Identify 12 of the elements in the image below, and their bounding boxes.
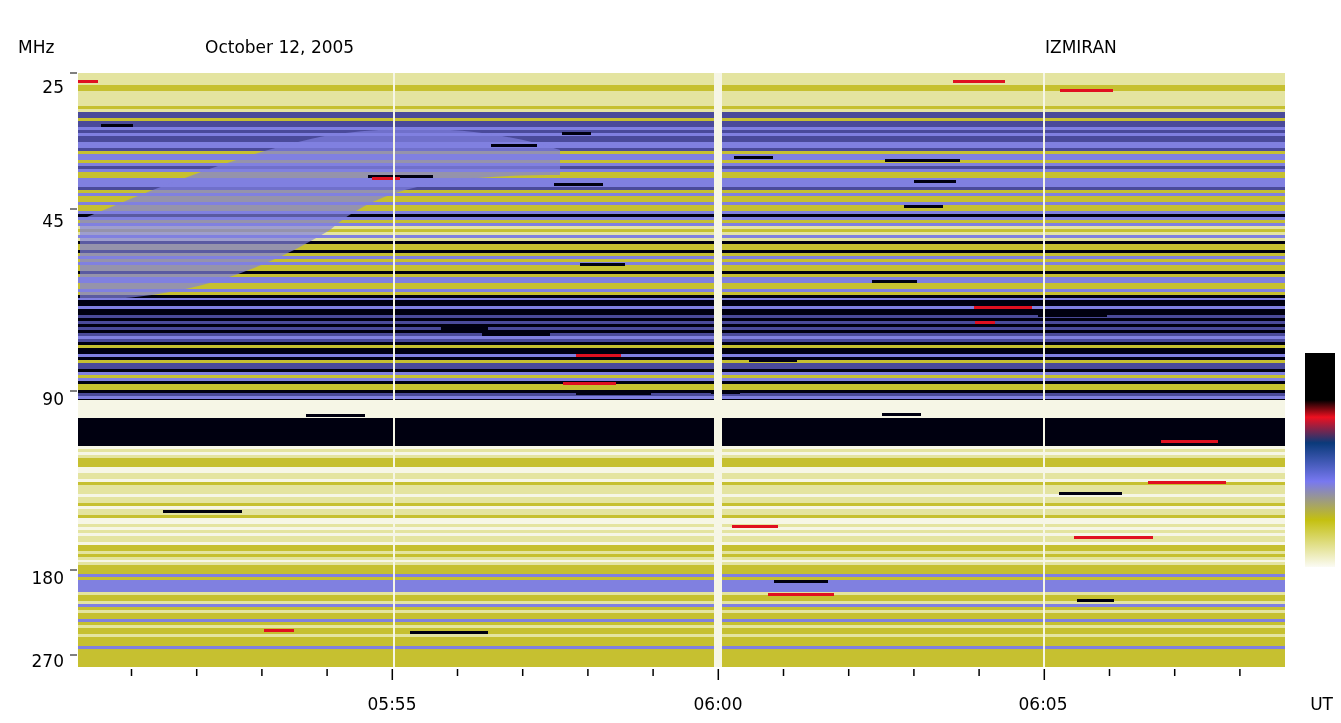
- y-tick-label: 180: [31, 568, 64, 588]
- date-title: October 12, 2005: [205, 37, 355, 57]
- y-tick-label: 270: [31, 651, 64, 671]
- x-tick-label: 06:05: [1018, 694, 1068, 714]
- observatory-title: IZMIRAN: [1045, 37, 1117, 57]
- x-tick-label: 05:55: [367, 694, 417, 714]
- y-tick-label: 45: [42, 211, 64, 231]
- y-tick-label: 90: [42, 389, 64, 409]
- axis-unit-label: MHz: [18, 37, 55, 57]
- axis-unit-label: UT: [1310, 694, 1333, 714]
- y-tick-label: 25: [42, 77, 64, 97]
- x-tick-label: 06:00: [693, 694, 743, 714]
